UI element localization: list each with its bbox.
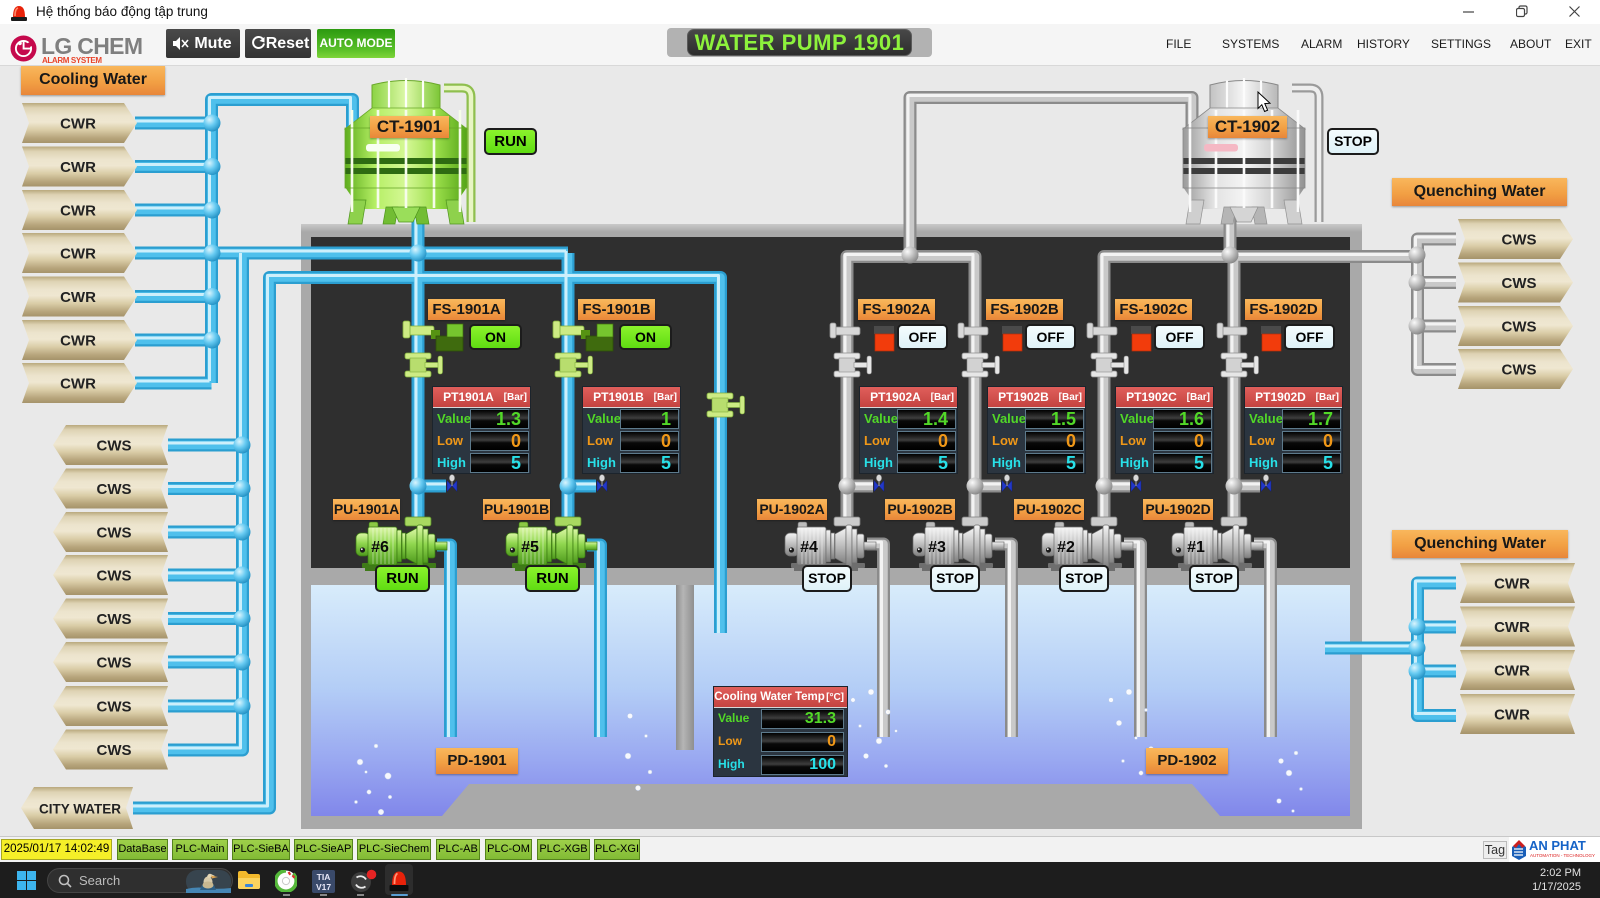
svg-text:#3: #3: [928, 539, 946, 556]
svg-text:#1: #1: [1187, 539, 1205, 556]
svg-text:CWS: CWS: [1502, 362, 1537, 379]
svg-text:#5: #5: [521, 539, 539, 556]
svg-text:CWS: CWS: [97, 699, 132, 716]
svg-text:CWR: CWR: [1494, 576, 1530, 593]
svg-text:CWR: CWR: [60, 116, 96, 133]
svg-text:CWS: CWS: [97, 525, 132, 542]
svg-text:CWR: CWR: [1494, 707, 1530, 724]
svg-text:CWR: CWR: [60, 159, 96, 176]
svg-text:CWS: CWS: [97, 742, 132, 759]
svg-text:#4: #4: [800, 539, 818, 556]
svg-text:CWR: CWR: [60, 333, 96, 350]
svg-text:CWS: CWS: [97, 655, 132, 672]
svg-text:AUTOMATION - TECHNOLOGY: AUTOMATION - TECHNOLOGY: [1530, 853, 1595, 858]
svg-text:#2: #2: [1057, 539, 1075, 556]
svg-text:V17: V17: [316, 882, 331, 892]
svg-text:CWS: CWS: [97, 438, 132, 455]
svg-text:CWR: CWR: [60, 376, 96, 393]
svg-text:CWS: CWS: [97, 611, 132, 628]
svg-text:CWR: CWR: [60, 289, 96, 306]
svg-text:ALARM SYSTEM: ALARM SYSTEM: [42, 56, 102, 65]
svg-text:CWR: CWR: [60, 203, 96, 220]
svg-text:CITY WATER: CITY WATER: [39, 802, 121, 817]
svg-text:CWR: CWR: [1494, 663, 1530, 680]
svg-text:CWR: CWR: [1494, 619, 1530, 636]
svg-text:CWS: CWS: [97, 568, 132, 585]
svg-text:AN PHAT: AN PHAT: [1529, 838, 1586, 853]
svg-text:CWS: CWS: [97, 481, 132, 498]
svg-text:TIA: TIA: [317, 872, 331, 882]
svg-text:CWS: CWS: [1502, 232, 1537, 249]
svg-text:#6: #6: [371, 539, 389, 556]
svg-text:CWS: CWS: [1502, 275, 1537, 292]
svg-text:CWR: CWR: [60, 246, 96, 263]
svg-text:CWS: CWS: [1502, 319, 1537, 336]
